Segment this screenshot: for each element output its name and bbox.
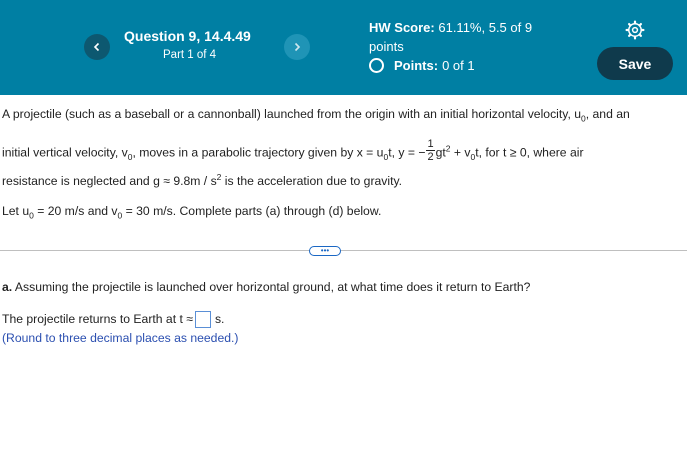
points-label: Points: xyxy=(394,57,439,73)
chevron-left-icon xyxy=(93,42,100,52)
problem-text: resistance is neglected and g ≈ 9.8m / s xyxy=(2,174,217,189)
problem-text: Let u xyxy=(2,204,30,218)
expand-problem-button[interactable]: ••• xyxy=(309,246,341,256)
next-question-button[interactable] xyxy=(284,34,310,60)
hw-score-label: HW Score: xyxy=(369,20,435,35)
problem-text: is the acceleration due to gravity. xyxy=(221,174,403,189)
answer-row: The projectile returns to Earth at t ≈ s… xyxy=(2,310,224,328)
problem-text: A projectile (such as a baseball or a ca… xyxy=(2,107,581,121)
settings-button[interactable] xyxy=(624,19,646,41)
problem-text: t, for t ≥ 0, where air xyxy=(475,145,584,160)
points-radio-icon xyxy=(369,57,384,73)
part-a-label: a. xyxy=(2,280,13,294)
question-title: Question 9, 14.4.49 xyxy=(124,28,251,44)
problem-line-4: Let u0 = 20 m/s and v0 = 30 m/s. Complet… xyxy=(2,204,381,220)
fraction-denominator: 2 xyxy=(427,151,434,163)
rounding-hint: (Round to three decimal places as needed… xyxy=(2,331,239,345)
hw-score-value: 61.11%, 5.5 of 9 xyxy=(438,20,533,35)
section-divider xyxy=(0,250,687,251)
question-header: Question 9, 14.4.49 Part 1 of 4 HW Score… xyxy=(0,0,687,95)
previous-question-button[interactable] xyxy=(84,34,110,60)
part-a-text: Assuming the projectile is launched over… xyxy=(12,280,531,294)
problem-text: initial vertical velocity, v xyxy=(2,145,128,160)
answer-prefix: The projectile returns to Earth at t ≈ xyxy=(2,312,193,326)
problem-text: = 20 m/s and v xyxy=(33,204,118,218)
fraction-one-half: 12 xyxy=(426,138,435,163)
answer-input[interactable] xyxy=(194,310,211,328)
points-display: Points: 0 of 1 xyxy=(369,57,475,73)
problem-text: = 30 m/s. Complete parts (a) through (d)… xyxy=(122,204,382,218)
hw-score-unit: points xyxy=(369,39,404,54)
chevron-right-icon xyxy=(294,42,301,52)
problem-text: gt xyxy=(435,145,446,160)
problem-text: t, y = − xyxy=(388,145,426,160)
fraction-numerator: 1 xyxy=(426,138,435,151)
problem-text: , moves in a parabolic trajectory given … xyxy=(132,145,384,160)
answer-unit: s. xyxy=(214,312,225,326)
part-a-question: a. Assuming the projectile is launched o… xyxy=(2,280,530,294)
problem-line-1: A projectile (such as a baseball or a ca… xyxy=(2,107,630,123)
question-part: Part 1 of 4 xyxy=(163,49,217,61)
problem-line-3: resistance is neglected and g ≈ 9.8m / s… xyxy=(2,172,402,188)
gear-icon xyxy=(625,20,645,40)
hw-score: HW Score: 61.11%, 5.5 of 9 xyxy=(369,20,532,35)
problem-text: + v xyxy=(450,145,471,160)
problem-text: , and an xyxy=(585,107,630,121)
save-button[interactable]: Save xyxy=(597,47,673,80)
problem-line-2: initial vertical velocity, v0, moves in … xyxy=(2,138,584,166)
points-value: 0 of 1 xyxy=(442,57,475,73)
